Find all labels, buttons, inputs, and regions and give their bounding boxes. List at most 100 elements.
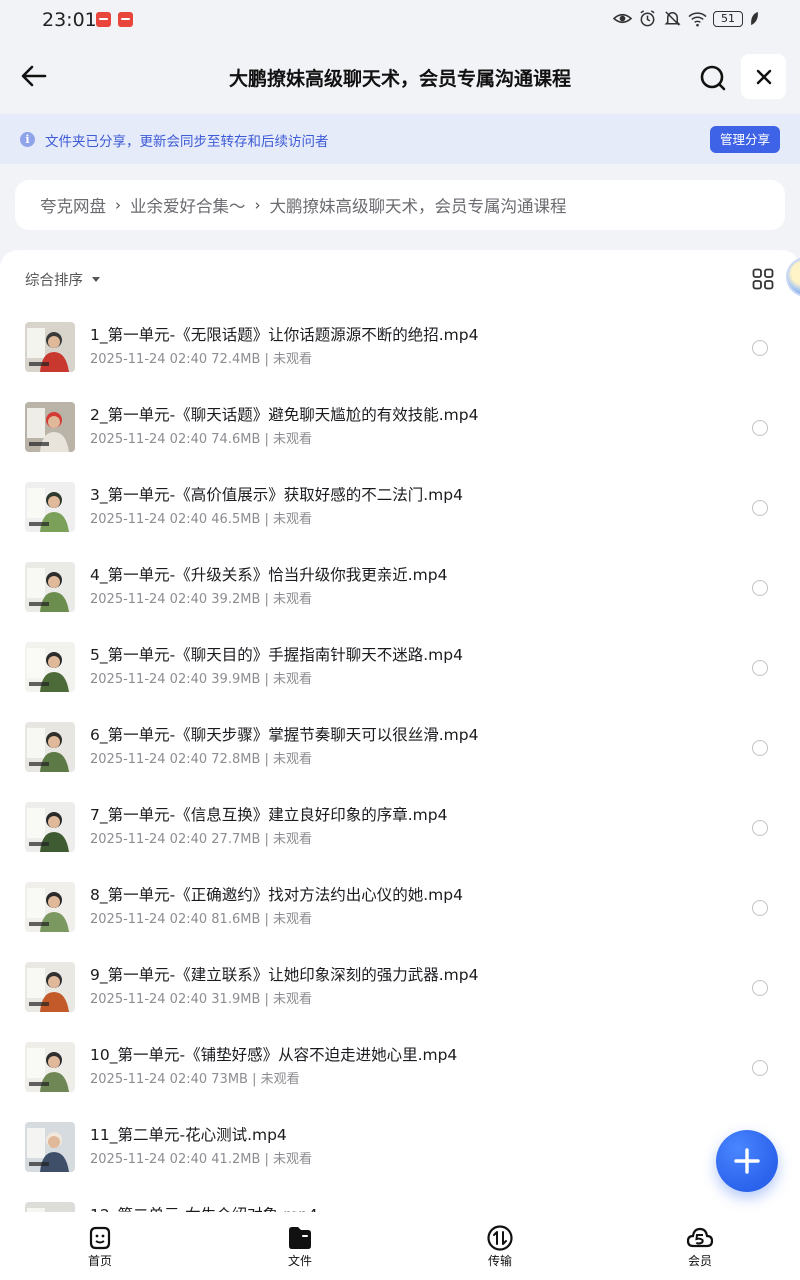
vip-cloud-icon [686, 1227, 714, 1248]
file-row[interactable]: 8_第一单元-《正确邀约》找对方法约出心仪的她.mp4 2025-11-24 02… [0, 880, 800, 960]
battery-indicator: 51 [713, 10, 743, 27]
manage-share-button[interactable]: 管理分享 [710, 126, 780, 153]
file-row[interactable]: 7_第一单元-《信息互换》建立良好印象的序章.mp4 2025-11-24 02:… [0, 800, 800, 880]
nav-label: 传输 [487, 1254, 512, 1268]
sort-dropdown[interactable]: 综合排序 [25, 269, 100, 290]
file-name: 1_第一单元-《无限话题》让你话题源源不断的绝招.mp4 [90, 326, 479, 344]
wifi-icon [688, 12, 707, 27]
share-notice-text: 文件夹已分享，更新会同步至转存和后续访问者 [45, 134, 329, 150]
file-row[interactable]: 3_第一单元-《高价值展示》获取好感的不二法门.mp4 2025-11-24 02… [0, 480, 800, 560]
breadcrumb: 夸克网盘 › 业余爱好合集～ › 大鹏撩妹高级聊天术，会员专属沟通课程 [15, 180, 785, 230]
status-bar: 23:01 51 [0, 0, 800, 40]
file-meta: 2025-11-24 02:40 46.5MB | 未观看 [90, 512, 313, 527]
page-title: 大鹏撩妹高级聊天术，会员专属沟通课程 [228, 68, 571, 90]
breadcrumb-item-current: 大鹏撩妹高级聊天术，会员专属沟通课程 [269, 197, 567, 216]
file-name: 8_第一单元-《正确邀约》找对方法约出心仪的她.mp4 [90, 886, 463, 904]
file-row[interactable]: 6_第一单元-《聊天步骤》掌握节奏聊天可以很丝滑.mp4 2025-11-24 0… [0, 720, 800, 800]
file-meta: 2025-11-24 02:40 81.6MB | 未观看 [90, 912, 313, 927]
nav-label: 首页 [87, 1254, 112, 1268]
nav-item-vip[interactable]: 会员 [600, 1212, 800, 1280]
info-icon: i [20, 132, 35, 147]
folder-icon [289, 1227, 311, 1249]
select-checkbox[interactable] [752, 420, 768, 436]
share-notice-banner: i 文件夹已分享，更新会同步至转存和后续访问者 管理分享 [0, 114, 800, 164]
file-name: 11_第二单元-花心测试.mp4 [90, 1126, 287, 1144]
video-thumbnail [25, 1042, 75, 1092]
select-checkbox[interactable] [752, 1060, 768, 1076]
select-checkbox[interactable] [752, 660, 768, 676]
file-meta: 2025-11-24 02:40 31.9MB | 未观看 [90, 992, 313, 1007]
file-name: 6_第一单元-《聊天步骤》掌握节奏聊天可以很丝滑.mp4 [90, 726, 479, 744]
select-checkbox[interactable] [752, 820, 768, 836]
breadcrumb-item-root[interactable]: 夸克网盘 [40, 193, 106, 217]
nav-item-transfer[interactable]: 传输 [400, 1212, 600, 1280]
file-row[interactable]: 2_第一单元-《聊天话题》避免聊天尴尬的有效技能.mp4 2025-11-24 0… [0, 400, 800, 480]
nav-label: 文件 [287, 1254, 312, 1268]
video-thumbnail [25, 482, 75, 532]
close-button[interactable] [741, 54, 786, 99]
select-checkbox[interactable] [752, 980, 768, 996]
file-meta: 2025-11-24 02:40 73MB | 未观看 [90, 1072, 300, 1087]
select-checkbox[interactable] [752, 580, 768, 596]
file-name: 2_第一单元-《聊天话题》避免聊天尴尬的有效技能.mp4 [90, 406, 479, 424]
file-name: 4_第一单元-《升级关系》恰当升级你我更亲近.mp4 [90, 566, 448, 584]
file-meta: 2025-11-24 02:40 27.7MB | 未观看 [90, 832, 313, 847]
sort-label: 综合排序 [25, 273, 83, 289]
plus-icon [734, 1148, 760, 1174]
video-thumbnail [25, 1122, 75, 1172]
bottom-nav: 首页 文件 传输 会员 [0, 1212, 800, 1280]
video-thumbnail [25, 882, 75, 932]
nav-item-files[interactable]: 文件 [200, 1212, 400, 1280]
nav-item-home[interactable]: 首页 [0, 1212, 200, 1280]
search-icon[interactable] [697, 62, 729, 94]
file-name: 3_第一单元-《高价值展示》获取好感的不二法门.mp4 [90, 486, 463, 504]
nav-label: 会员 [687, 1254, 712, 1268]
grid-view-icon[interactable] [752, 268, 774, 290]
file-meta: 2025-11-24 02:40 41.2MB | 未观看 [90, 1152, 313, 1167]
file-name: 10_第一单元-《铺垫好感》从容不迫走进她心里.mp4 [90, 1046, 458, 1064]
transfer-icon [487, 1225, 513, 1251]
status-time: 23:01 [42, 9, 97, 31]
video-thumbnail [25, 962, 75, 1012]
video-thumbnail [25, 322, 75, 372]
file-meta: 2025-11-24 02:40 39.9MB | 未观看 [90, 672, 313, 687]
select-checkbox[interactable] [752, 900, 768, 916]
video-thumbnail [25, 562, 75, 612]
caret-down-icon [92, 277, 100, 282]
select-checkbox[interactable] [752, 740, 768, 756]
chevron-right-icon: › [115, 196, 121, 214]
home-face-icon [89, 1226, 111, 1250]
select-checkbox[interactable] [752, 340, 768, 356]
file-list: 1_第一单元-《无限话题》让你话题源源不断的绝招.mp4 2025-11-24 0… [0, 320, 800, 1280]
video-thumbnail [25, 402, 75, 452]
add-button[interactable] [716, 1130, 778, 1192]
file-row[interactable]: 9_第一单元-《建立联系》让她印象深刻的强力武器.mp4 2025-11-24 0… [0, 960, 800, 1040]
mute-bell-icon [664, 11, 681, 26]
file-meta: 2025-11-24 02:40 74.6MB | 未观看 [90, 432, 313, 447]
file-name: 5_第一单元-《聊天目的》手握指南针聊天不迷路.mp4 [90, 646, 463, 664]
file-row[interactable]: 1_第一单元-《无限话题》让你话题源源不断的绝招.mp4 2025-11-24 0… [0, 320, 800, 400]
file-name: 7_第一单元-《信息互换》建立良好印象的序章.mp4 [90, 806, 448, 824]
file-meta: 2025-11-24 02:40 39.2MB | 未观看 [90, 592, 313, 607]
breadcrumb-item-parent[interactable]: 业余爱好合集～ [130, 193, 246, 217]
file-row[interactable]: 5_第一单元-《聊天目的》手握指南针聊天不迷路.mp4 2025-11-24 02… [0, 640, 800, 720]
file-meta: 2025-11-24 02:40 72.8MB | 未观看 [90, 752, 313, 767]
file-name: 9_第一单元-《建立联系》让她印象深刻的强力武器.mp4 [90, 966, 479, 984]
video-thumbnail [25, 802, 75, 852]
eye-icon [613, 13, 632, 24]
video-thumbnail [25, 722, 75, 772]
video-thumbnail [25, 642, 75, 692]
chevron-right-icon: › [254, 196, 261, 214]
file-row[interactable]: 10_第一单元-《铺垫好感》从容不迫走进她心里.mp4 2025-11-24 02… [0, 1040, 800, 1120]
close-icon [756, 69, 771, 84]
file-list-panel: 综合排序 1_第一单元-《无限话题》让你话题源源不断的绝招.mp4 2025-11… [0, 250, 800, 1280]
file-row[interactable]: 4_第一单元-《升级关系》恰当升级你我更亲近.mp4 2025-11-24 02:… [0, 560, 800, 640]
leaf-icon [751, 11, 758, 26]
select-checkbox[interactable] [752, 500, 768, 516]
alarm-icon [640, 10, 655, 27]
app-notification-icon [118, 12, 133, 27]
header: 大鹏撩妹高级聊天术，会员专属沟通课程 [0, 40, 800, 114]
app-notification-icon [96, 12, 111, 27]
file-row[interactable]: 11_第二单元-花心测试.mp4 2025-11-24 02:40 41.2MB … [0, 1120, 800, 1200]
file-meta: 2025-11-24 02:40 72.4MB | 未观看 [90, 352, 313, 367]
